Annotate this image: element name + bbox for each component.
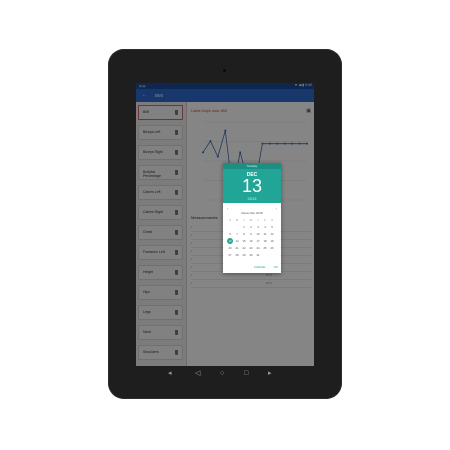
calendar-day[interactable]: 5 (269, 224, 275, 230)
calendar-day[interactable]: 21 (234, 245, 240, 251)
calendar-day[interactable]: 27 (227, 252, 233, 258)
weekday-label: T (243, 218, 245, 222)
calendar-day[interactable]: 11 (262, 231, 268, 237)
tablet-frame: ▤ ▤ ▼ ◀ ▮ 9:40 ← BMI BMI Biceps Left Bicep… (108, 49, 342, 399)
day-of-week: Sunday (223, 163, 281, 169)
calendar-day[interactable]: 10 (255, 231, 261, 237)
calendar-day[interactable]: 15 (241, 238, 247, 244)
calendar-day[interactable]: 30 (248, 252, 254, 258)
calendar-day[interactable]: 2 (248, 224, 254, 230)
dialog-actions: CANCEL OK (247, 265, 278, 269)
weekday-label: F (264, 218, 266, 222)
volume-up-icon[interactable]: ▸ (268, 367, 272, 381)
weekday-label: W (249, 218, 253, 222)
calendar-day[interactable]: 28 (234, 252, 240, 258)
calendar-day[interactable]: 23 (248, 245, 254, 251)
calendar-day[interactable]: 25 (262, 245, 268, 251)
front-camera (223, 69, 226, 72)
calendar-day[interactable]: 22 (241, 245, 247, 251)
weekday-label: S (229, 218, 231, 222)
calendar-day[interactable]: 7 (234, 231, 240, 237)
back-icon[interactable]: ◁ (195, 367, 200, 381)
weekday-label: M (235, 218, 239, 222)
date-picker-dialog: Sunday DEC 13 2015 ‹ › December 2015 SMT… (223, 163, 281, 273)
calendar-day[interactable]: 4 (262, 224, 268, 230)
calendar-day[interactable]: 13 (227, 238, 233, 244)
app-screen: ▤ ▤ ▼ ◀ ▮ 9:40 ← BMI BMI Biceps Left Bicep… (136, 83, 314, 366)
volume-down-icon[interactable]: ◂ (168, 367, 172, 381)
calendar-day[interactable]: 31 (255, 252, 261, 258)
calendar-day[interactable]: 16 (248, 238, 254, 244)
selected-date[interactable]: 13 (223, 176, 281, 196)
weekday-label: S (271, 218, 273, 222)
calendar-day[interactable]: 26 (269, 245, 275, 251)
calendar-day[interactable]: 20 (227, 245, 233, 251)
system-navigation-bar: ◂ ◁ ○ □ ▸ (108, 367, 342, 381)
date-picker-header: Sunday DEC 13 2015 (223, 163, 281, 203)
calendar-day[interactable]: 1 (241, 224, 247, 230)
calendar-day[interactable]: 14 (234, 238, 240, 244)
calendar-day[interactable]: 3 (255, 224, 261, 230)
calendar-day[interactable]: 29 (241, 252, 247, 258)
calendar-day[interactable]: 24 (255, 245, 261, 251)
home-icon[interactable]: ○ (220, 367, 224, 381)
calendar-day[interactable]: 17 (255, 238, 261, 244)
calendar-day[interactable]: 6 (227, 231, 233, 237)
calendar-day[interactable]: 19 (269, 238, 275, 244)
calendar-grid: S M T W T F S 1 2 3 4 5 6 7 8 9 10 11 12 13 14 15 16 17 18 19 20 21… (227, 217, 277, 259)
recents-icon[interactable]: □ (244, 367, 248, 381)
weekday-label: T (257, 218, 259, 222)
calendar-day[interactable]: 9 (248, 231, 254, 237)
calendar-month-title: December 2015 (241, 211, 263, 215)
cancel-button[interactable]: CANCEL (254, 265, 266, 269)
ok-button[interactable]: OK (274, 265, 278, 269)
calendar-day[interactable]: 8 (241, 231, 247, 237)
calendar-day[interactable]: 18 (262, 238, 268, 244)
calendar-day[interactable]: 12 (269, 231, 275, 237)
selected-year[interactable]: 2015 (223, 196, 281, 201)
